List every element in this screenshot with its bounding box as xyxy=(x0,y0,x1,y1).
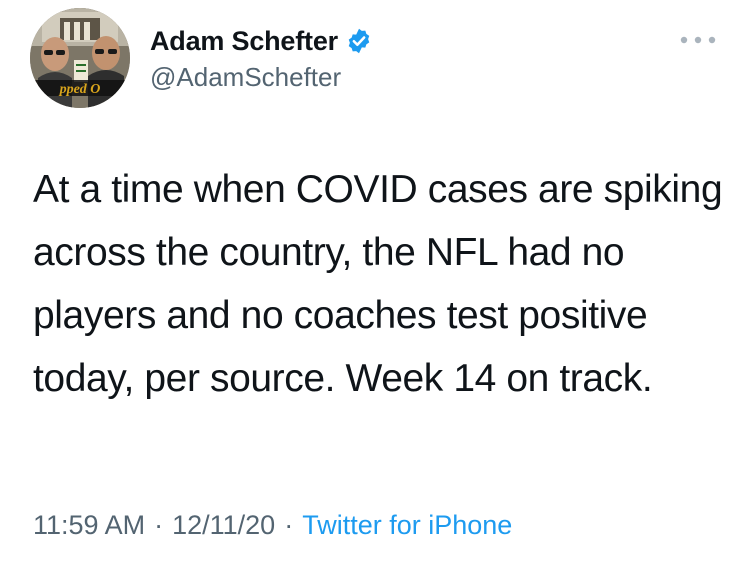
author-info: Adam Schefter @AdamSchefter xyxy=(150,22,373,93)
avatar[interactable]: pped O xyxy=(30,8,130,108)
tweet-meta: 11:59 AM · 12/11/20 · Twitter for iPhone xyxy=(33,510,512,541)
tweet-card: pped O Adam Schefter @AdamSchefter At a … xyxy=(0,0,750,565)
avatar-banner-text: pped O xyxy=(59,82,101,97)
verified-badge-icon xyxy=(345,27,373,55)
more-horizontal-icon xyxy=(680,36,716,44)
meta-separator: · xyxy=(154,510,164,540)
avatar-image: pped O xyxy=(30,8,130,108)
user-handle[interactable]: @AdamSchefter xyxy=(150,62,373,93)
more-options-button[interactable] xyxy=(676,28,720,52)
tweet-source-link[interactable]: Twitter for iPhone xyxy=(302,510,512,541)
meta-separator: · xyxy=(284,510,294,540)
display-name[interactable]: Adam Schefter xyxy=(150,26,338,57)
tweet-date[interactable]: 12/11/20 xyxy=(172,510,275,541)
tweet-text: At a time when COVID cases are spiking a… xyxy=(33,168,723,400)
tweet-time[interactable]: 11:59 AM xyxy=(33,510,145,541)
name-row: Adam Schefter xyxy=(150,22,373,60)
